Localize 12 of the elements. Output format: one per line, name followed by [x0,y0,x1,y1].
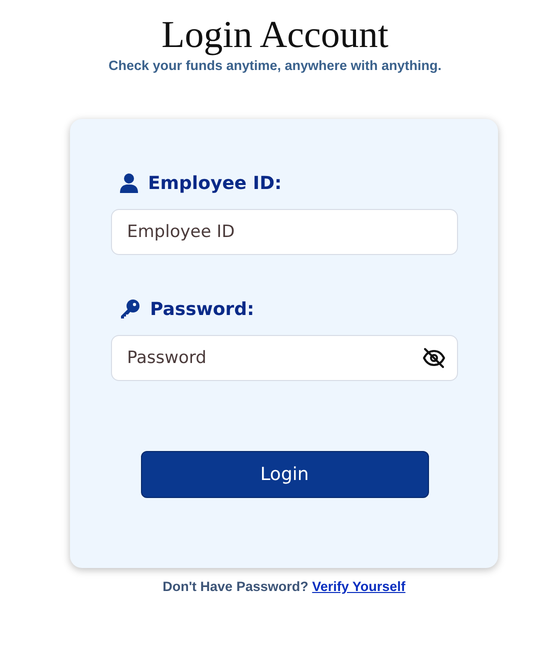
login-button[interactable]: Login [140,451,428,498]
key-icon [120,299,140,319]
eye-slash-icon[interactable] [422,346,446,370]
employee-id-field[interactable]: Employee ID [111,209,458,255]
verify-link[interactable]: Verify Yourself [312,579,406,594]
page-title: Login Account [162,14,388,56]
field-label: Employee ID: [148,172,282,194]
field-label: Password: [150,298,254,320]
footer-text: Don't Have Password? [162,579,308,594]
page-subtitle: Check your funds anytime, anywhere with anything. [108,58,442,73]
password-field[interactable]: Password [111,335,458,381]
person-icon [120,173,138,193]
